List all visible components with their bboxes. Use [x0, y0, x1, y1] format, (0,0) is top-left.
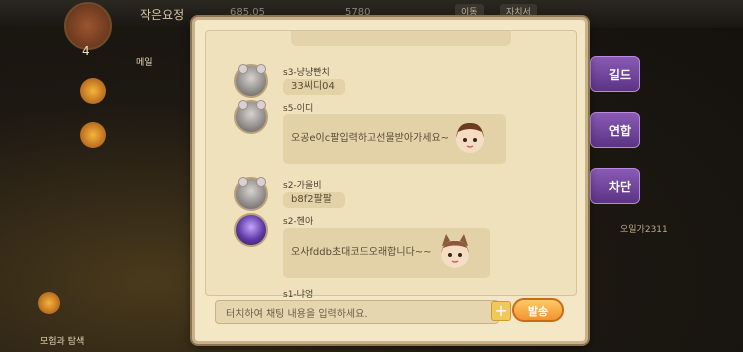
- catgirl-sticker-icon: [441, 234, 469, 268]
- message-bubble: b8f2팔팔: [283, 192, 345, 208]
- adventure-icon[interactable]: [38, 292, 60, 314]
- mail-label: 메일: [136, 58, 153, 68]
- avatar[interactable]: [234, 64, 268, 98]
- chat-input-placeholder: 터치하여 채팅 내용을 입력하세요.: [226, 309, 368, 320]
- player-avatar[interactable]: [64, 2, 112, 50]
- ear-icon: [238, 100, 248, 110]
- chat-input[interactable]: 터치하여 채팅 내용을 입력하세요.: [215, 300, 499, 324]
- chat-panel: s3-냥냥빤치 33씨디04 s5-이디 오공e이c팔입력하고선물받아가세요~ …: [192, 17, 588, 344]
- side-note: 오일가2311: [620, 225, 668, 235]
- avatar[interactable]: [234, 100, 268, 134]
- chat-log[interactable]: s3-냥냥빤치 33씨디04 s5-이디 오공e이c팔입력하고선물받아가세요~ …: [205, 30, 577, 300]
- adventure-label: 모험과 탐색: [40, 337, 85, 347]
- sender-name: s2-가을비: [283, 181, 322, 191]
- ear-icon: [238, 64, 248, 74]
- previous-bubble: [291, 31, 511, 46]
- sender-name: s1-냐엉: [283, 290, 314, 300]
- sender-name: s2-헨아: [283, 217, 314, 227]
- sender-name: s5-이디: [283, 104, 314, 114]
- tab-guild[interactable]: 길드: [590, 56, 640, 92]
- avatar[interactable]: [234, 213, 268, 247]
- avatar[interactable]: [234, 177, 268, 211]
- player-level: 4: [82, 44, 90, 58]
- ear-icon: [256, 100, 266, 110]
- quest-icon[interactable]: [80, 122, 106, 148]
- event-icon[interactable]: [80, 78, 106, 104]
- sender-name: s3-냥냥빤치: [283, 68, 330, 78]
- tab-alliance[interactable]: 연합: [590, 112, 640, 148]
- left-sidebar: 4 메일 모험과 탐색: [0, 0, 190, 352]
- plus-icon[interactable]: +: [491, 301, 511, 321]
- message-bubble: 33씨디04: [283, 79, 345, 95]
- send-button[interactable]: 발송: [512, 298, 564, 322]
- ear-icon: [256, 64, 266, 74]
- tab-block[interactable]: 차단: [590, 168, 640, 204]
- ear-icon: [238, 177, 248, 187]
- ear-icon: [256, 177, 266, 187]
- girl-sticker-icon: [456, 122, 484, 153]
